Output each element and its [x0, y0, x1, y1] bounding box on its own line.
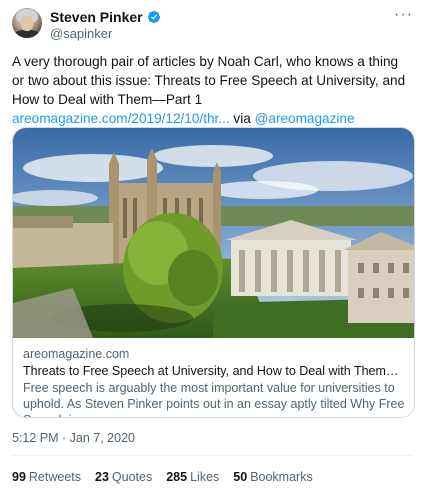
author-name[interactable]: Steven Pinker [50, 9, 143, 25]
stat-count: 50 [233, 470, 248, 484]
more-options-icon[interactable]: ··· [394, 6, 413, 24]
verified-badge-icon [147, 10, 160, 24]
retweets-stat[interactable]: 99 Retweets [12, 470, 81, 484]
likes-stat[interactable]: 285 Likes [166, 470, 219, 484]
card-description: Free speech is arguably the most importa… [23, 381, 405, 417]
mention-link[interactable]: @areomagazine [255, 111, 355, 126]
timestamp[interactable]: 5:12 PM · Jan 7, 2020 [12, 431, 135, 445]
stat-label: Likes [190, 470, 220, 484]
tweet-text-via: via [229, 111, 255, 126]
stat-label: Bookmarks [250, 470, 313, 484]
article-link[interactable]: areomagazine.com/2019/12/10/thr... [12, 111, 230, 126]
stat-label: Retweets [28, 470, 82, 484]
stat-count: 285 [166, 470, 188, 484]
stat-count: 99 [12, 470, 26, 484]
stat-label: Quotes [111, 470, 153, 484]
card-title[interactable]: Threats to Free Speech at University, an… [23, 363, 408, 379]
card-info: areomagazine.com Threats to Free Speech … [23, 346, 408, 417]
bookmarks-stat[interactable]: 50 Bookmarks [233, 470, 312, 484]
card-domain: areomagazine.com [23, 347, 130, 361]
avatar[interactable] [12, 8, 42, 38]
card-image [13, 128, 414, 338]
link-card[interactable]: areomagazine.com Threats to Free Speech … [12, 127, 415, 418]
author-handle[interactable]: @sapinker [50, 26, 112, 41]
engagement-stats: 99 Retweets 23 Quotes 285 Likes 50 Bookmarks [12, 470, 313, 484]
stat-count: 23 [95, 470, 109, 484]
tweet-text-part: A very thorough pair of articles by Noah… [12, 54, 406, 107]
tweet-text: A very thorough pair of articles by Noah… [12, 52, 408, 128]
quotes-stat[interactable]: 23 Quotes [95, 470, 152, 484]
tweet: Steven Pinker @sapinker ··· A very thoro… [0, 0, 425, 490]
divider [12, 455, 413, 456]
author-row: Steven Pinker [50, 9, 161, 25]
